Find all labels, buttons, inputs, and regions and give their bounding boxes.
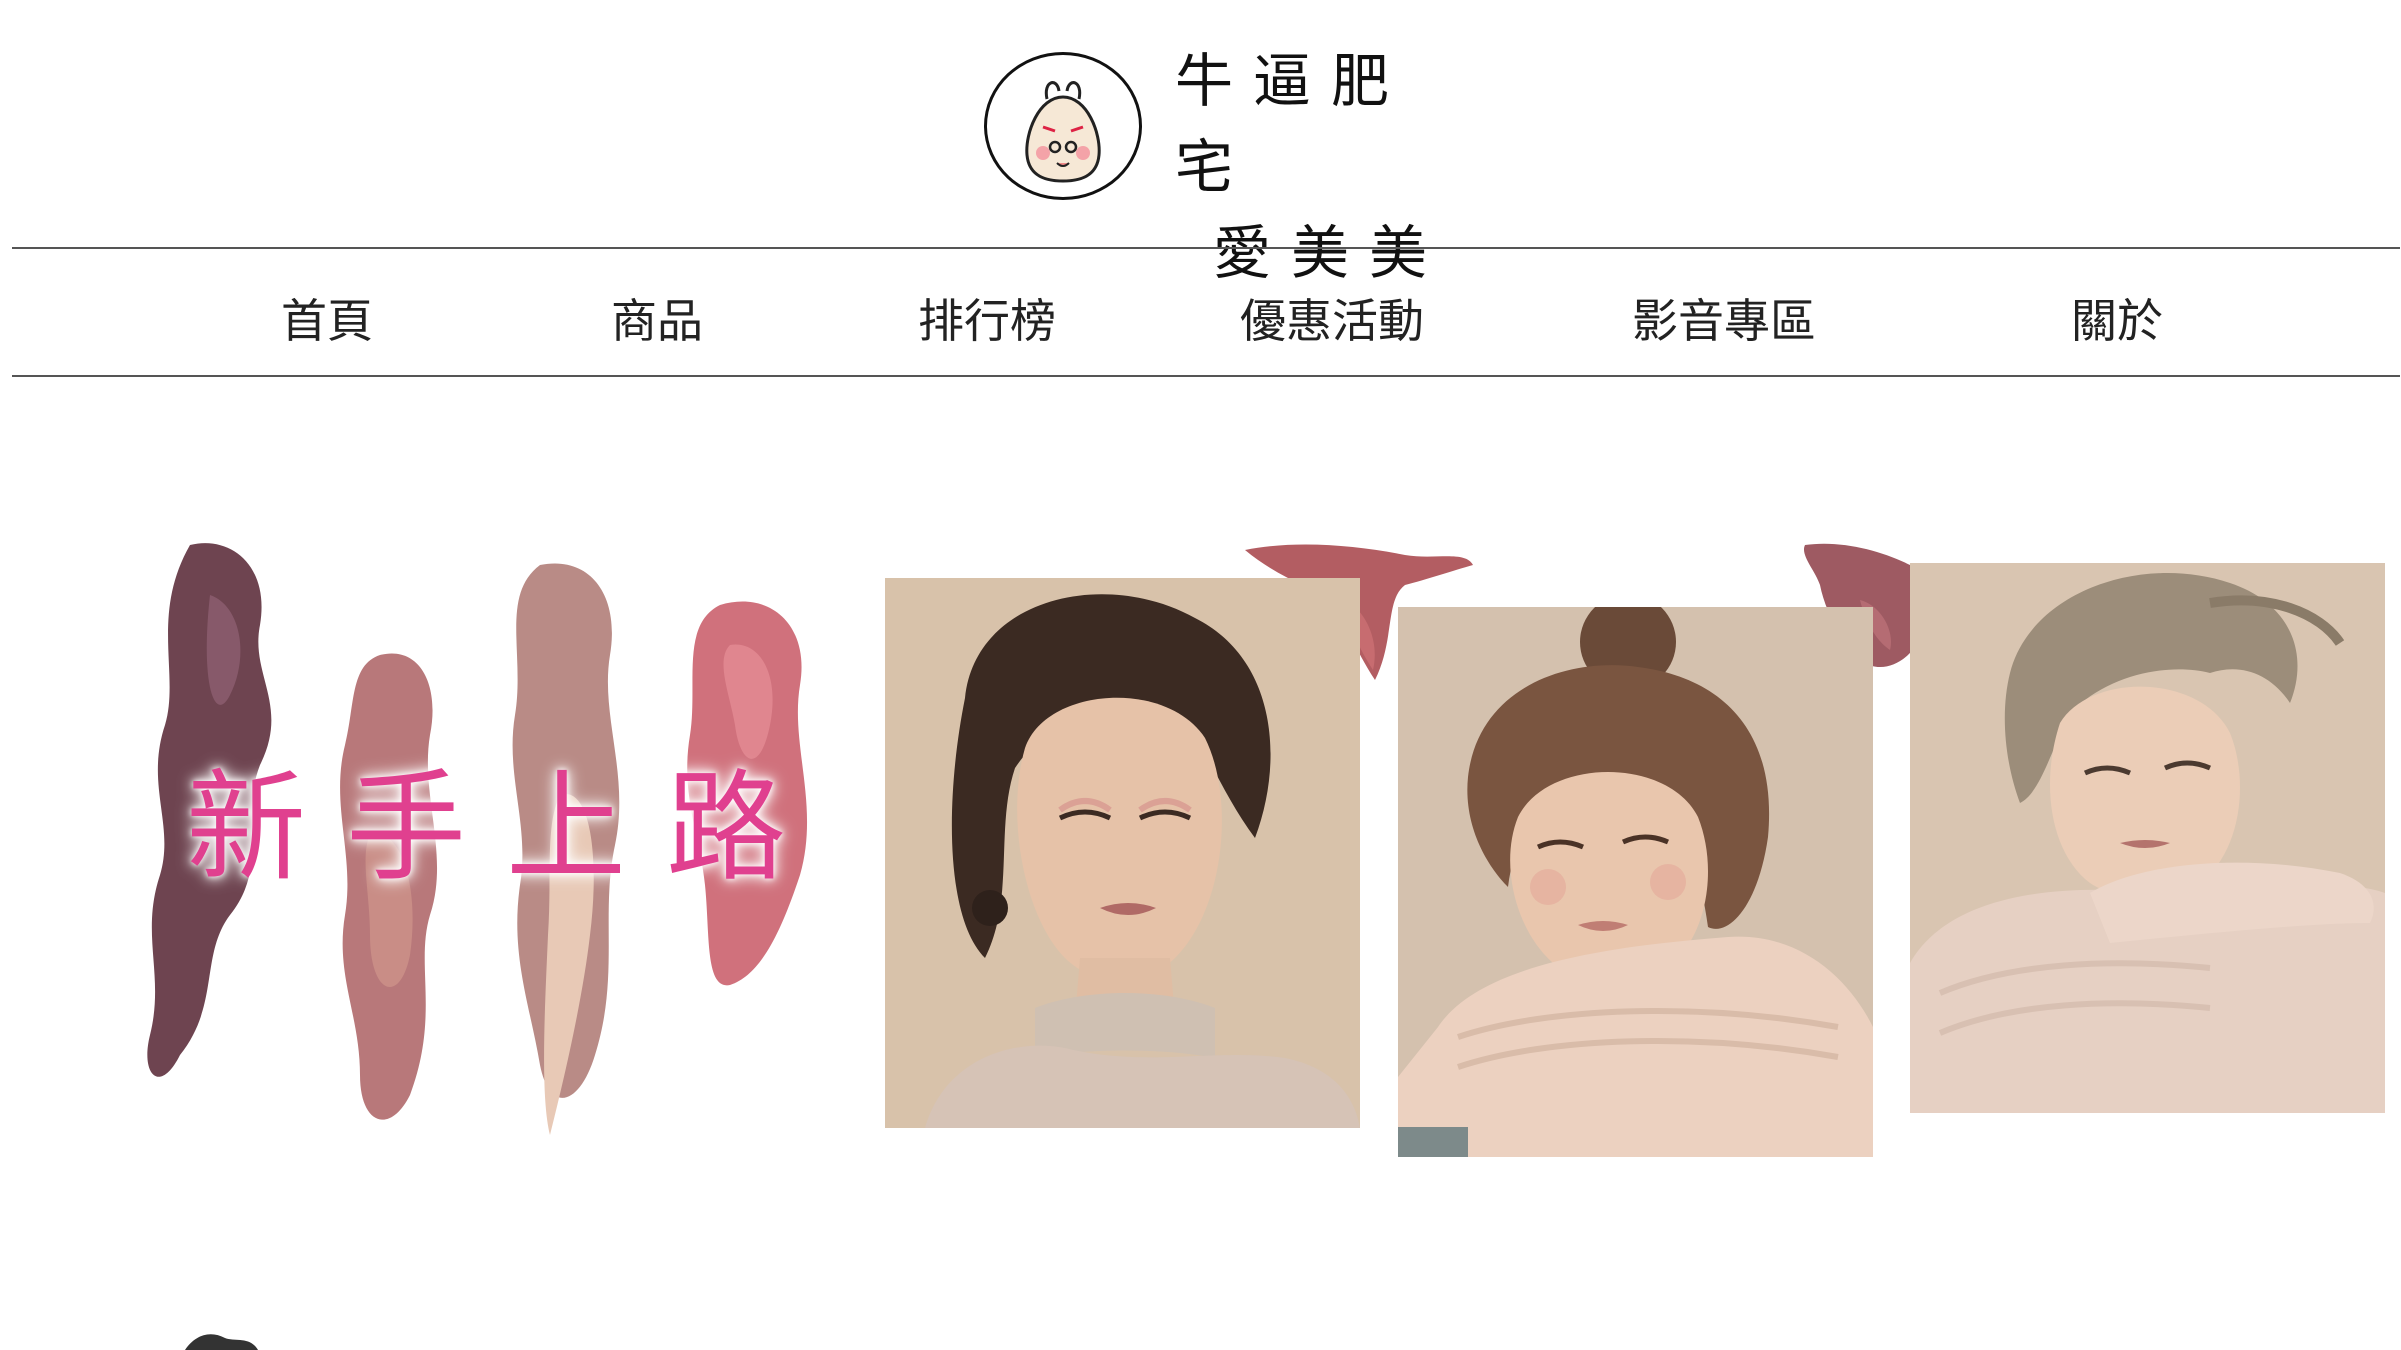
- nav-item-promotions[interactable]: 優惠活動: [1240, 285, 1424, 351]
- model-photo-1[interactable]: [885, 578, 1360, 1128]
- nav-item-products[interactable]: 商品: [611, 285, 703, 351]
- nav-item-videos[interactable]: 影音專區: [1632, 285, 1816, 351]
- nav-item-home[interactable]: 首頁: [281, 285, 373, 351]
- page: 牛逼肥宅 愛美美 首頁 商品 排行榜 優惠活動 影音專區 關於 新手上路: [0, 0, 2401, 1350]
- onigiri-mascot-icon: [984, 52, 1142, 200]
- brand-name-line1: 牛逼肥宅: [1175, 47, 1410, 201]
- nav-item-about[interactable]: 關於: [2071, 285, 2163, 351]
- next-section-decoration: [180, 1330, 260, 1350]
- main-nav: 首頁 商品 排行榜 優惠活動 影音專區 關於: [12, 247, 2400, 377]
- nav-item-ranking[interactable]: 排行榜: [918, 285, 1056, 351]
- beginner-banner[interactable]: 新手上路: [120, 535, 850, 1160]
- model-photo-3[interactable]: [1910, 563, 2385, 1113]
- model-photo-2[interactable]: [1398, 607, 1873, 1157]
- banner-title: 新手上路: [186, 759, 826, 898]
- site-logo[interactable]: 牛逼肥宅 愛美美: [980, 38, 1480, 287]
